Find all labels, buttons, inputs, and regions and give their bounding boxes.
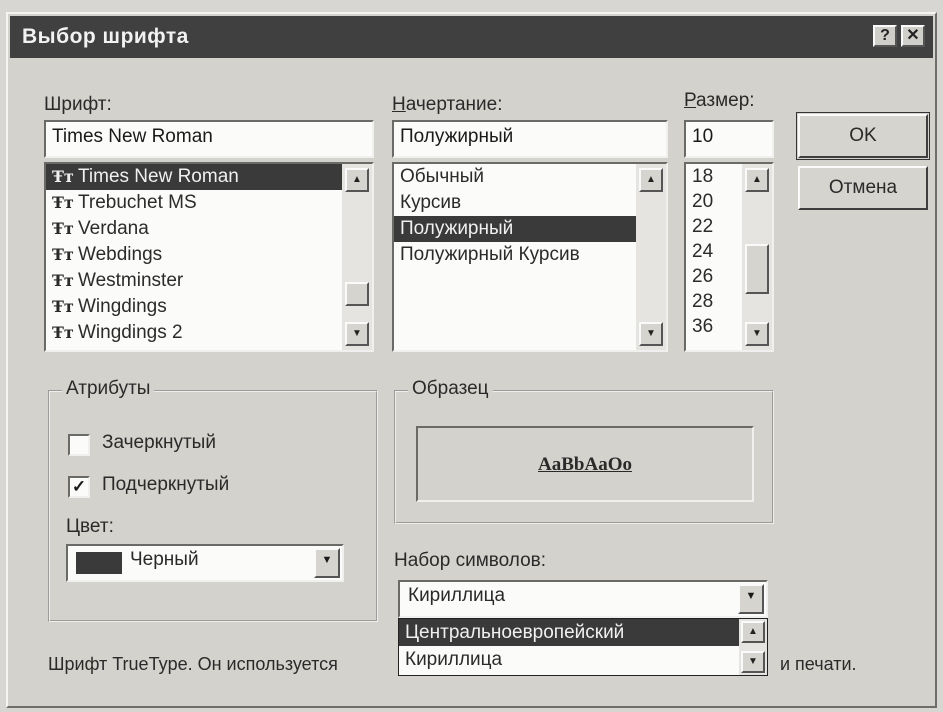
size-list-item[interactable]: 20	[686, 189, 742, 214]
font-list-item[interactable]: Ŧт Wingdings 2	[46, 320, 342, 346]
font-list-item-label: Trebuchet MS	[78, 192, 197, 213]
underline-checkbox[interactable]: ✓	[68, 476, 90, 498]
charset-label: Набор символов:	[394, 550, 547, 571]
font-list-item-label: Times New Roman	[78, 166, 239, 187]
font-list-item-label: Wingdings 2	[78, 322, 183, 343]
font-label: Шрифт:	[44, 94, 112, 115]
font-name-input[interactable]: Times New Roman	[44, 120, 374, 158]
font-list-items: Ŧт Times New Roman Ŧт Trebuchet MS Ŧт Verdana…	[46, 164, 342, 350]
style-list-item[interactable]: Полужирный Курсив	[394, 242, 636, 268]
font-list-item[interactable]: Ŧт Times New Roman	[46, 164, 342, 190]
dialog-title: Выбор шрифта	[22, 25, 189, 48]
size-list-item[interactable]: 26	[686, 264, 742, 289]
help-button[interactable]: ?	[873, 25, 897, 47]
font-list-item[interactable]: Ŧт Trebuchet MS	[46, 190, 342, 216]
attributes-group	[48, 390, 378, 622]
ok-button[interactable]: OK	[796, 112, 930, 160]
scroll-thumb[interactable]	[745, 244, 769, 294]
color-label: Цвет:	[66, 516, 114, 537]
font-list-item-label: Westminster	[78, 270, 184, 291]
chevron-down-icon[interactable]: ▼	[314, 548, 340, 578]
scroll-thumb[interactable]	[345, 282, 369, 306]
font-list-scrollbar[interactable]: ▲ ▼	[342, 164, 372, 350]
style-list-item[interactable]: Полужирный	[394, 216, 636, 242]
scroll-up-icon[interactable]: ▲	[741, 621, 765, 643]
size-list-item[interactable]: 24	[686, 239, 742, 264]
charset-dropdown[interactable]: Центральноевропейский Кириллица ▲ ▼	[398, 618, 768, 676]
size-label: Размер:	[684, 90, 755, 111]
scroll-down-icon[interactable]: ▼	[345, 322, 369, 346]
truetype-icon: Ŧт	[52, 323, 74, 342]
font-list-item[interactable]: Ŧт Westminster	[46, 268, 342, 294]
charset-option[interactable]: Кириллица	[399, 646, 739, 673]
sample-preview: AaBbAaOo	[416, 426, 754, 502]
size-list-items: 18 20 22 24 26 28 36	[686, 164, 742, 350]
sample-title: Образец	[408, 378, 493, 400]
charset-dropdown-scrollbar[interactable]: ▲ ▼	[739, 619, 767, 675]
strikeout-checkbox[interactable]	[68, 434, 90, 456]
font-size-input[interactable]: 10	[684, 120, 774, 158]
title-bar: Выбор шрифта ? ✕	[10, 16, 933, 58]
font-list-item[interactable]: Ŧт Wingdings	[46, 294, 342, 320]
style-label: Начертание:	[392, 94, 503, 115]
font-list-item-label: Webdings	[78, 244, 163, 265]
scroll-up-icon[interactable]: ▲	[745, 168, 769, 192]
underline-label: Подчеркнутый	[102, 474, 230, 495]
font-style-input[interactable]: Полужирный	[392, 120, 668, 158]
size-list-item[interactable]: 22	[686, 214, 742, 239]
charset-option[interactable]: Центральноевропейский	[399, 619, 739, 646]
font-list[interactable]: Ŧт Times New Roman Ŧт Trebuchet MS Ŧт Verdana…	[44, 162, 374, 352]
close-button[interactable]: ✕	[901, 25, 925, 47]
size-list-item[interactable]: 36	[686, 314, 742, 339]
style-list-item[interactable]: Курсив	[394, 190, 636, 216]
truetype-icon: Ŧт	[52, 271, 74, 290]
color-select[interactable]: Черный ▼	[66, 544, 344, 582]
font-list-item-label: Wingdings	[78, 296, 167, 317]
size-list[interactable]: 18 20 22 24 26 28 36 ▲ ▼	[684, 162, 774, 352]
cancel-button[interactable]: Отмена	[798, 166, 928, 210]
font-dialog: Выбор шрифта ? ✕ Шрифт: Times New Roman …	[6, 12, 937, 708]
truetype-icon: Ŧт	[52, 245, 74, 264]
scroll-up-icon[interactable]: ▲	[639, 168, 663, 192]
scroll-down-icon[interactable]: ▼	[639, 322, 663, 346]
color-value: Черный	[130, 549, 199, 570]
truetype-icon: Ŧт	[52, 167, 74, 186]
size-list-scrollbar[interactable]: ▲ ▼	[742, 164, 772, 350]
charset-value: Кириллица	[408, 585, 506, 606]
truetype-icon: Ŧт	[52, 193, 74, 212]
font-list-item[interactable]: Ŧт Webdings	[46, 242, 342, 268]
chevron-down-icon[interactable]: ▼	[738, 584, 764, 614]
size-list-item[interactable]: 28	[686, 289, 742, 314]
font-list-item[interactable]: Ŧт Verdana	[46, 216, 342, 242]
style-list[interactable]: Обычный Курсив Полужирный Полужирный Курсив…	[392, 162, 668, 352]
charset-options: Центральноевропейский Кириллица	[399, 619, 739, 675]
scroll-down-icon[interactable]: ▼	[741, 651, 765, 673]
font-description-left: Шрифт TrueType. Он используется	[48, 654, 338, 674]
attributes-title: Атрибуты	[62, 378, 155, 400]
strikeout-label: Зачеркнутый	[102, 432, 216, 453]
style-list-scrollbar[interactable]: ▲ ▼	[636, 164, 666, 350]
scroll-up-icon[interactable]: ▲	[345, 168, 369, 192]
truetype-icon: Ŧт	[52, 297, 74, 316]
sample-text: AaBbAaOo	[538, 454, 632, 475]
style-list-items: Обычный Курсив Полужирный Полужирный Курсив	[394, 164, 636, 350]
style-list-item[interactable]: Обычный	[394, 164, 636, 190]
color-swatch	[76, 552, 122, 574]
truetype-icon: Ŧт	[52, 219, 74, 238]
font-list-item-label: Verdana	[78, 218, 149, 239]
font-description-right: и печати.	[780, 654, 857, 674]
size-list-item[interactable]: 18	[686, 164, 742, 189]
scroll-down-icon[interactable]: ▼	[745, 322, 769, 346]
charset-select[interactable]: Кириллица ▼	[398, 580, 768, 618]
